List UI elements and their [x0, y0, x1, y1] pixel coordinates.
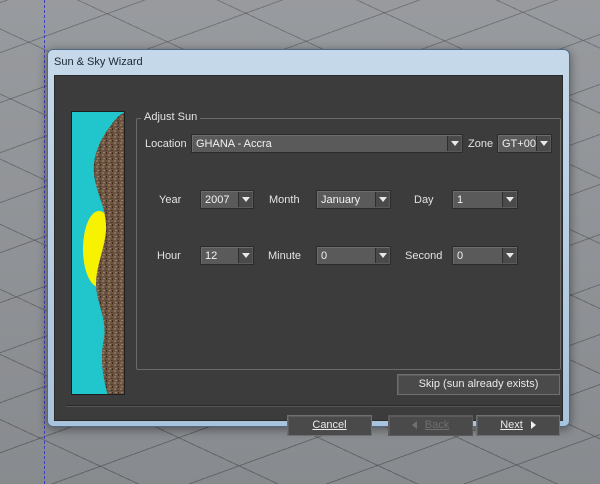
- hour-select[interactable]: 12: [200, 246, 254, 265]
- skip-button[interactable]: Skip (sun already exists): [397, 374, 560, 395]
- viewport-guide-line: [44, 0, 45, 484]
- second-select[interactable]: 0: [452, 246, 518, 265]
- minute-label: Minute: [268, 250, 302, 262]
- wizard-client-area: Adjust Sun Location GHANA - Accra Zone G…: [54, 75, 563, 436]
- back-button[interactable]: Back: [388, 415, 473, 436]
- triangle-right-icon: [530, 421, 536, 430]
- location-value: GHANA - Accra: [196, 138, 272, 150]
- chevron-down-icon[interactable]: [502, 192, 516, 207]
- year-label: Year: [159, 194, 182, 206]
- chevron-down-icon[interactable]: [375, 248, 389, 263]
- cancel-button-label: Cancel: [312, 419, 347, 431]
- month-select[interactable]: January: [316, 190, 391, 209]
- day-value: 1: [457, 194, 464, 206]
- next-button[interactable]: Next: [476, 415, 560, 436]
- footer-separator: [66, 405, 560, 407]
- next-button-label: Next: [500, 419, 523, 431]
- minute-value: 0: [321, 250, 328, 262]
- skip-button-label: Skip (sun already exists): [418, 378, 539, 390]
- chevron-down-icon[interactable]: [502, 248, 516, 263]
- second-value: 0: [457, 250, 464, 262]
- day-label: Day: [414, 194, 434, 206]
- sun-sky-illustration: [71, 111, 125, 395]
- window-title: Sun & Sky Wizard: [54, 56, 143, 68]
- year-value: 2007: [205, 194, 230, 206]
- location-select[interactable]: GHANA - Accra: [191, 134, 463, 153]
- triangle-left-icon: [411, 421, 417, 430]
- window-titlebar[interactable]: Sun & Sky Wizard: [48, 50, 569, 75]
- chevron-down-icon[interactable]: [238, 192, 252, 207]
- day-select[interactable]: 1: [452, 190, 518, 209]
- chevron-down-icon[interactable]: [375, 192, 389, 207]
- minute-select[interactable]: 0: [316, 246, 391, 265]
- hour-value: 12: [205, 250, 218, 262]
- year-select[interactable]: 2007: [200, 190, 254, 209]
- chevron-down-icon[interactable]: [536, 136, 550, 151]
- month-label: Month: [269, 194, 300, 206]
- zone-label: Zone: [468, 138, 494, 150]
- cancel-button[interactable]: Cancel: [287, 415, 372, 436]
- second-label: Second: [405, 250, 443, 262]
- chevron-down-icon[interactable]: [447, 136, 461, 151]
- hour-label: Hour: [157, 250, 181, 262]
- adjust-sun-group: [136, 118, 561, 370]
- month-value: January: [321, 194, 361, 206]
- sun-sky-illustration-graphic: [72, 112, 124, 394]
- location-label: Location: [145, 138, 187, 150]
- back-button-label: Back: [424, 419, 450, 431]
- wizard-window: Sun & Sky Wizard Adjust Sun Location GHA…: [47, 49, 570, 436]
- zone-select[interactable]: GT+00: [497, 134, 552, 153]
- chevron-down-icon[interactable]: [238, 248, 252, 263]
- adjust-sun-group-title: Adjust Sun: [141, 111, 201, 123]
- zone-value: GT+00: [502, 138, 536, 150]
